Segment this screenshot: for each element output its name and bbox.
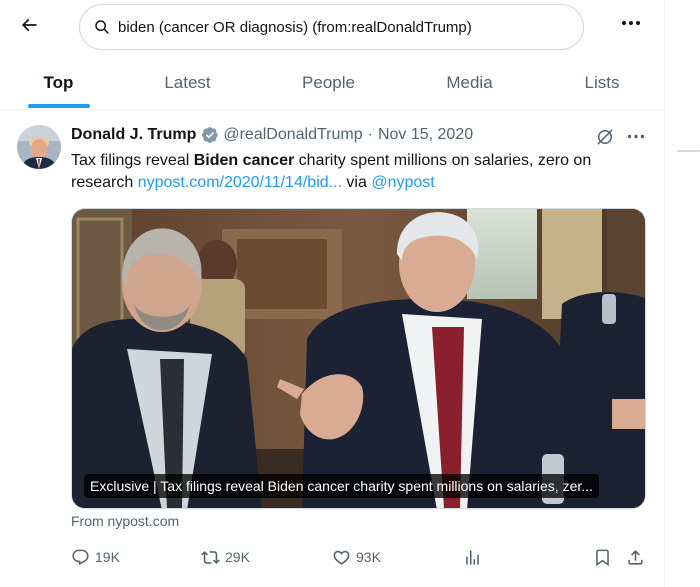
mention-link[interactable]: @nypost	[371, 174, 434, 191]
search-results-page: Top Latest People Media Lists	[0, 0, 664, 587]
back-button[interactable]	[14, 10, 44, 40]
verified-badge-icon	[201, 126, 219, 144]
search-input[interactable]	[118, 18, 558, 36]
tab-lists[interactable]: Lists	[540, 56, 664, 109]
author-handle[interactable]: @realDonaldTrump	[223, 126, 362, 144]
divider	[677, 150, 700, 152]
grok-button[interactable]	[594, 126, 616, 148]
analytics-icon	[466, 549, 479, 565]
reply-button[interactable]: 19K	[71, 544, 120, 570]
tab-label: Lists	[584, 72, 620, 92]
separator-dot: ·	[367, 126, 373, 143]
tweet-text-part: via	[341, 174, 372, 191]
share-button[interactable]	[626, 544, 650, 570]
card-caption: Exclusive | Tax filings reveal Biden can…	[84, 474, 599, 498]
tab-top[interactable]: Top	[0, 56, 117, 109]
grok-icon	[597, 129, 613, 145]
more-horizontal-icon	[627, 134, 645, 138]
more-options-button[interactable]	[613, 10, 649, 36]
repost-icon	[201, 550, 220, 564]
tweet-text: Tax filings reveal Biden cancer charity …	[71, 150, 646, 194]
avatar[interactable]	[17, 125, 61, 169]
like-count: 93K	[356, 549, 381, 565]
search-highlight: Biden cancer	[193, 152, 295, 169]
tab-media[interactable]: Media	[399, 56, 540, 109]
tab-label: Latest	[164, 72, 211, 92]
link-card[interactable]: Exclusive | Tax filings reveal Biden can…	[71, 208, 646, 509]
active-tab-indicator	[27, 104, 90, 108]
heart-icon	[333, 550, 350, 565]
tweet-text-part: Tax filings reveal	[71, 152, 194, 169]
arrow-left-icon	[21, 18, 37, 32]
views-button[interactable]	[463, 544, 487, 570]
card-image	[72, 209, 645, 508]
tab-label: Top	[43, 72, 74, 92]
tweet-actions: 19K 29K 93K	[71, 544, 651, 570]
share-icon	[628, 549, 643, 565]
tweet-date[interactable]: Nov 15, 2020	[378, 126, 473, 144]
repost-button[interactable]: 29K	[201, 544, 250, 570]
reply-count: 19K	[95, 549, 120, 565]
more-horizontal-icon	[622, 21, 640, 25]
reply-icon	[72, 549, 89, 565]
search-tabs: Top Latest People Media Lists	[0, 56, 664, 110]
like-button[interactable]: 93K	[332, 544, 381, 570]
bookmark-button[interactable]	[593, 544, 617, 570]
bookmark-icon	[596, 549, 609, 566]
author-name[interactable]: Donald J. Trump	[71, 126, 196, 144]
search-box[interactable]	[79, 4, 584, 50]
tweet-header: Donald J. Trump @realDonaldTrump · Nov 1…	[71, 124, 473, 146]
card-source[interactable]: From nypost.com	[71, 513, 179, 529]
tab-label: Media	[446, 72, 493, 92]
tab-label: People	[302, 72, 355, 92]
article-link[interactable]: nypost.com/2020/11/14/bid...	[138, 174, 342, 191]
tab-people[interactable]: People	[258, 56, 399, 109]
repost-count: 29K	[225, 549, 250, 565]
sidebar-edge	[665, 0, 700, 587]
search-icon	[94, 18, 112, 36]
tab-latest[interactable]: Latest	[117, 56, 258, 109]
tweet-more-button[interactable]	[624, 126, 648, 146]
